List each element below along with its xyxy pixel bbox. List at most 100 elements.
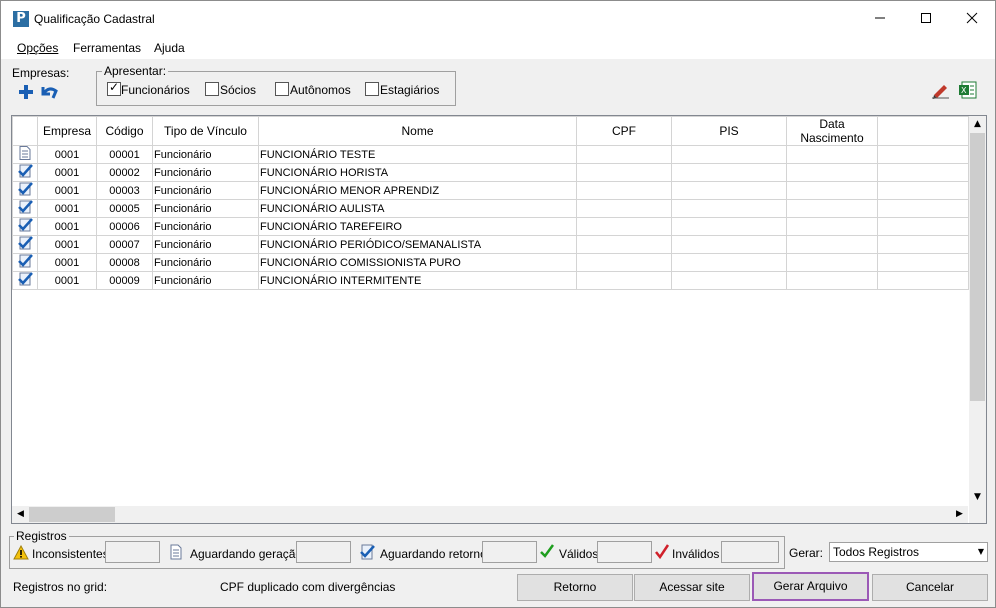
col-header-cpf[interactable]: CPF [576, 116, 672, 146]
cell-empresa[interactable]: 0001 [37, 271, 97, 290]
cell-nome[interactable]: FUNCIONÁRIO COMISSIONISTA PURO [258, 253, 577, 272]
col-header-codigo[interactable]: Código [96, 116, 153, 146]
col-header-pis[interactable]: PIS [671, 116, 787, 146]
cell-cpf[interactable] [576, 145, 672, 164]
cell-cpf[interactable] [576, 271, 672, 290]
horizontal-scroll-thumb[interactable] [29, 507, 115, 522]
cell-cpf[interactable] [576, 181, 672, 200]
scroll-left-icon[interactable]: ◀ [12, 506, 29, 523]
cell-codigo[interactable]: 00002 [96, 163, 153, 182]
cell-tipo[interactable]: Funcionário [152, 217, 259, 236]
cell-codigo[interactable]: 00003 [96, 181, 153, 200]
cell-pis[interactable] [671, 181, 787, 200]
cell-codigo[interactable]: 00007 [96, 235, 153, 254]
col-header-tipo-vinculo[interactable]: Tipo de Vínculo [152, 116, 259, 146]
scroll-up-icon[interactable]: ▲ [969, 116, 986, 133]
cell-pis[interactable] [671, 235, 787, 254]
col-header-empresa[interactable]: Empresa [37, 116, 97, 146]
estagiarios-checkbox[interactable] [365, 82, 379, 96]
cell-cpf[interactable] [576, 235, 672, 254]
menu-ferramentas[interactable]: Ferramentas [73, 41, 141, 55]
table-row[interactable]: 0001 00002 Funcionário FUNCIONÁRIO HORISTA [12, 163, 969, 182]
cell-codigo[interactable]: 00008 [96, 253, 153, 272]
cell-cpf[interactable] [576, 163, 672, 182]
cell-tipo[interactable]: Funcionário [152, 181, 259, 200]
cell-nasc[interactable] [786, 199, 878, 218]
cell-empresa[interactable]: 0001 [37, 217, 97, 236]
cell-nasc[interactable] [786, 181, 878, 200]
funcionarios-checkbox[interactable]: ✓ [107, 80, 121, 96]
cell-nome[interactable]: FUNCIONÁRIO MENOR APRENDIZ [258, 181, 577, 200]
vertical-scrollbar[interactable]: ▲ ▼ [969, 116, 986, 506]
table-row[interactable]: 0001 00006 Funcionário FUNCIONÁRIO TAREFEIR… [12, 217, 969, 236]
edit-button[interactable] [931, 81, 951, 99]
cell-codigo[interactable]: 00009 [96, 271, 153, 290]
cell-nome[interactable]: FUNCIONÁRIO PERIÓDICO/SEMANALISTA [258, 235, 577, 254]
add-empresa-button[interactable] [17, 83, 35, 101]
cell-codigo[interactable]: 00006 [96, 217, 153, 236]
cell-nome[interactable]: FUNCIONÁRIO TAREFEIRO [258, 217, 577, 236]
cell-pis[interactable] [671, 163, 787, 182]
undo-empresa-button[interactable] [39, 83, 59, 101]
cell-tipo[interactable]: Funcionário [152, 235, 259, 254]
cell-empresa[interactable]: 0001 [37, 199, 97, 218]
cell-cpf[interactable] [576, 253, 672, 272]
cell-pis[interactable] [671, 199, 787, 218]
cell-tipo[interactable]: Funcionário [152, 145, 259, 164]
acessar-site-button[interactable]: Acessar site [634, 574, 750, 601]
scroll-right-icon[interactable]: ▶ [951, 506, 968, 523]
cell-nome[interactable]: FUNCIONÁRIO AULISTA [258, 199, 577, 218]
cell-nome[interactable]: FUNCIONÁRIO TESTE [258, 145, 577, 164]
cell-nasc[interactable] [786, 235, 878, 254]
cell-nasc[interactable] [786, 271, 878, 290]
cell-codigo[interactable]: 00001 [96, 145, 153, 164]
col-header-extra[interactable] [877, 116, 969, 146]
cell-nasc[interactable] [786, 253, 878, 272]
cell-tipo[interactable]: Funcionário [152, 163, 259, 182]
data-grid[interactable]: Empresa Código Tipo de Vínculo Nome CPF … [11, 115, 987, 524]
menu-ajuda[interactable]: Ajuda [154, 41, 185, 55]
col-header-status[interactable] [12, 116, 38, 146]
scroll-down-icon[interactable]: ▼ [969, 489, 986, 506]
autonomos-checkbox[interactable] [275, 82, 289, 96]
export-excel-button[interactable]: X [958, 81, 978, 99]
table-row[interactable]: 0001 00007 Funcionário FUNCIONÁRIO PERIÓDIC… [12, 235, 969, 254]
cell-empresa[interactable]: 0001 [37, 145, 97, 164]
cell-cpf[interactable] [576, 199, 672, 218]
cell-tipo[interactable]: Funcionário [152, 271, 259, 290]
table-row[interactable]: 0001 00009 Funcionário FUNCIONÁRIO INTERMIT… [12, 271, 969, 290]
retorno-button[interactable]: Retorno [517, 574, 633, 601]
cell-nome[interactable]: FUNCIONÁRIO INTERMITENTE [258, 271, 577, 290]
horizontal-scrollbar[interactable]: ◀ ▶ [12, 506, 968, 523]
cancelar-button[interactable]: Cancelar [872, 574, 988, 601]
cell-pis[interactable] [671, 271, 787, 290]
cell-empresa[interactable]: 0001 [37, 253, 97, 272]
socios-checkbox[interactable] [205, 82, 219, 96]
cell-tipo[interactable]: Funcionário [152, 199, 259, 218]
vertical-scroll-thumb[interactable] [970, 133, 985, 401]
col-header-nome[interactable]: Nome [258, 116, 577, 146]
table-row[interactable]: 0001 00003 Funcionário FUNCIONÁRIO MENOR AP… [12, 181, 969, 200]
menu-opcoes[interactable]: Opções [17, 41, 58, 55]
table-row[interactable]: 0001 00005 Funcionário FUNCIONÁRIO AULISTA [12, 199, 969, 218]
cell-empresa[interactable]: 0001 [37, 163, 97, 182]
cell-nome[interactable]: FUNCIONÁRIO HORISTA [258, 163, 577, 182]
cell-pis[interactable] [671, 253, 787, 272]
maximize-button[interactable] [903, 1, 949, 35]
gerar-select[interactable]: Todos Registros ▼ [829, 542, 988, 562]
cell-empresa[interactable]: 0001 [37, 181, 97, 200]
minimize-button[interactable] [857, 1, 903, 35]
cell-cpf[interactable] [576, 217, 672, 236]
cell-nasc[interactable] [786, 163, 878, 182]
table-row[interactable]: 0001 00008 Funcionário FUNCIONÁRIO COMISSIO… [12, 253, 969, 272]
col-header-data-nascimento[interactable]: Data Nascimento [786, 116, 878, 146]
cell-nasc[interactable] [786, 145, 878, 164]
cell-tipo[interactable]: Funcionário [152, 253, 259, 272]
cell-empresa[interactable]: 0001 [37, 235, 97, 254]
table-row[interactable]: 0001 00001 Funcionário FUNCIONÁRIO TESTE [12, 145, 969, 164]
cell-codigo[interactable]: 00005 [96, 199, 153, 218]
gerar-arquivo-button[interactable]: Gerar Arquivo [752, 572, 869, 601]
cell-pis[interactable] [671, 145, 787, 164]
cell-nasc[interactable] [786, 217, 878, 236]
cell-pis[interactable] [671, 217, 787, 236]
